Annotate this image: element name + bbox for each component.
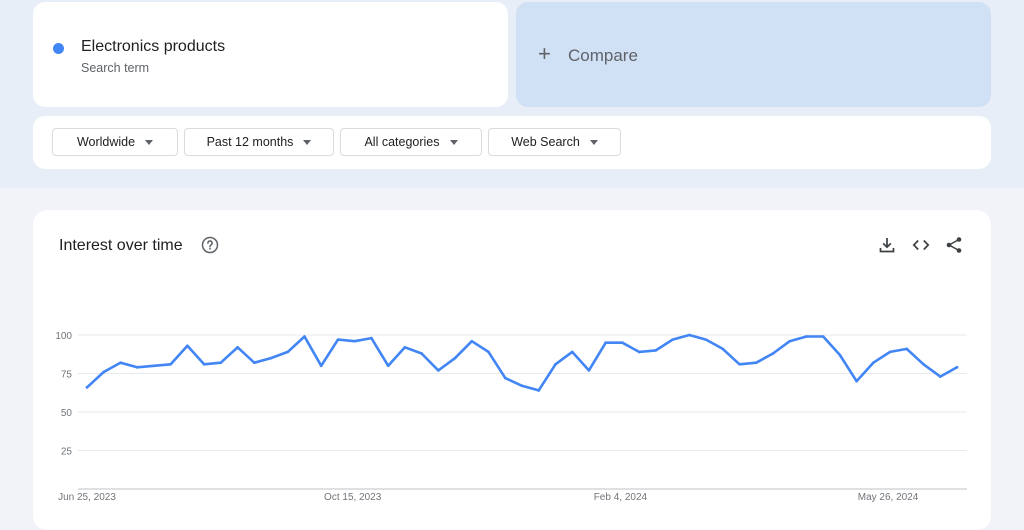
- caret-down-icon: [303, 139, 312, 145]
- download-icon[interactable]: [878, 236, 896, 254]
- category-dropdown[interactable]: All categories: [340, 128, 482, 156]
- search-term-name[interactable]: Electronics products: [81, 38, 225, 56]
- series-color-dot: [53, 43, 64, 54]
- search-type-dropdown-label: Web Search: [511, 135, 580, 149]
- compare-button[interactable]: + Compare: [516, 2, 991, 107]
- caret-down-icon: [589, 139, 598, 145]
- chart-title: Interest over time: [59, 237, 183, 254]
- embed-code-icon[interactable]: [912, 236, 930, 254]
- caret-down-icon: [449, 139, 458, 145]
- compare-label: Compare: [568, 46, 638, 65]
- plus-icon: +: [538, 41, 551, 66]
- help-icon[interactable]: [201, 236, 219, 254]
- time-range-dropdown[interactable]: Past 12 months: [184, 128, 334, 156]
- caret-down-icon: [145, 139, 154, 145]
- region-dropdown[interactable]: Worldwide: [52, 128, 178, 156]
- interest-over-time-card: Interest over time: [33, 210, 991, 530]
- filter-bar: Worldwide Past 12 months All categories …: [33, 116, 991, 169]
- region-dropdown-label: Worldwide: [76, 135, 136, 149]
- search-type-dropdown[interactable]: Web Search: [488, 128, 621, 156]
- search-term-card[interactable]: Electronics products Search term: [33, 2, 508, 107]
- category-dropdown-label: All categories: [364, 135, 440, 149]
- time-range-dropdown-label: Past 12 months: [206, 135, 294, 149]
- search-term-sublabel: Search term: [81, 61, 150, 75]
- share-icon[interactable]: [945, 236, 963, 254]
